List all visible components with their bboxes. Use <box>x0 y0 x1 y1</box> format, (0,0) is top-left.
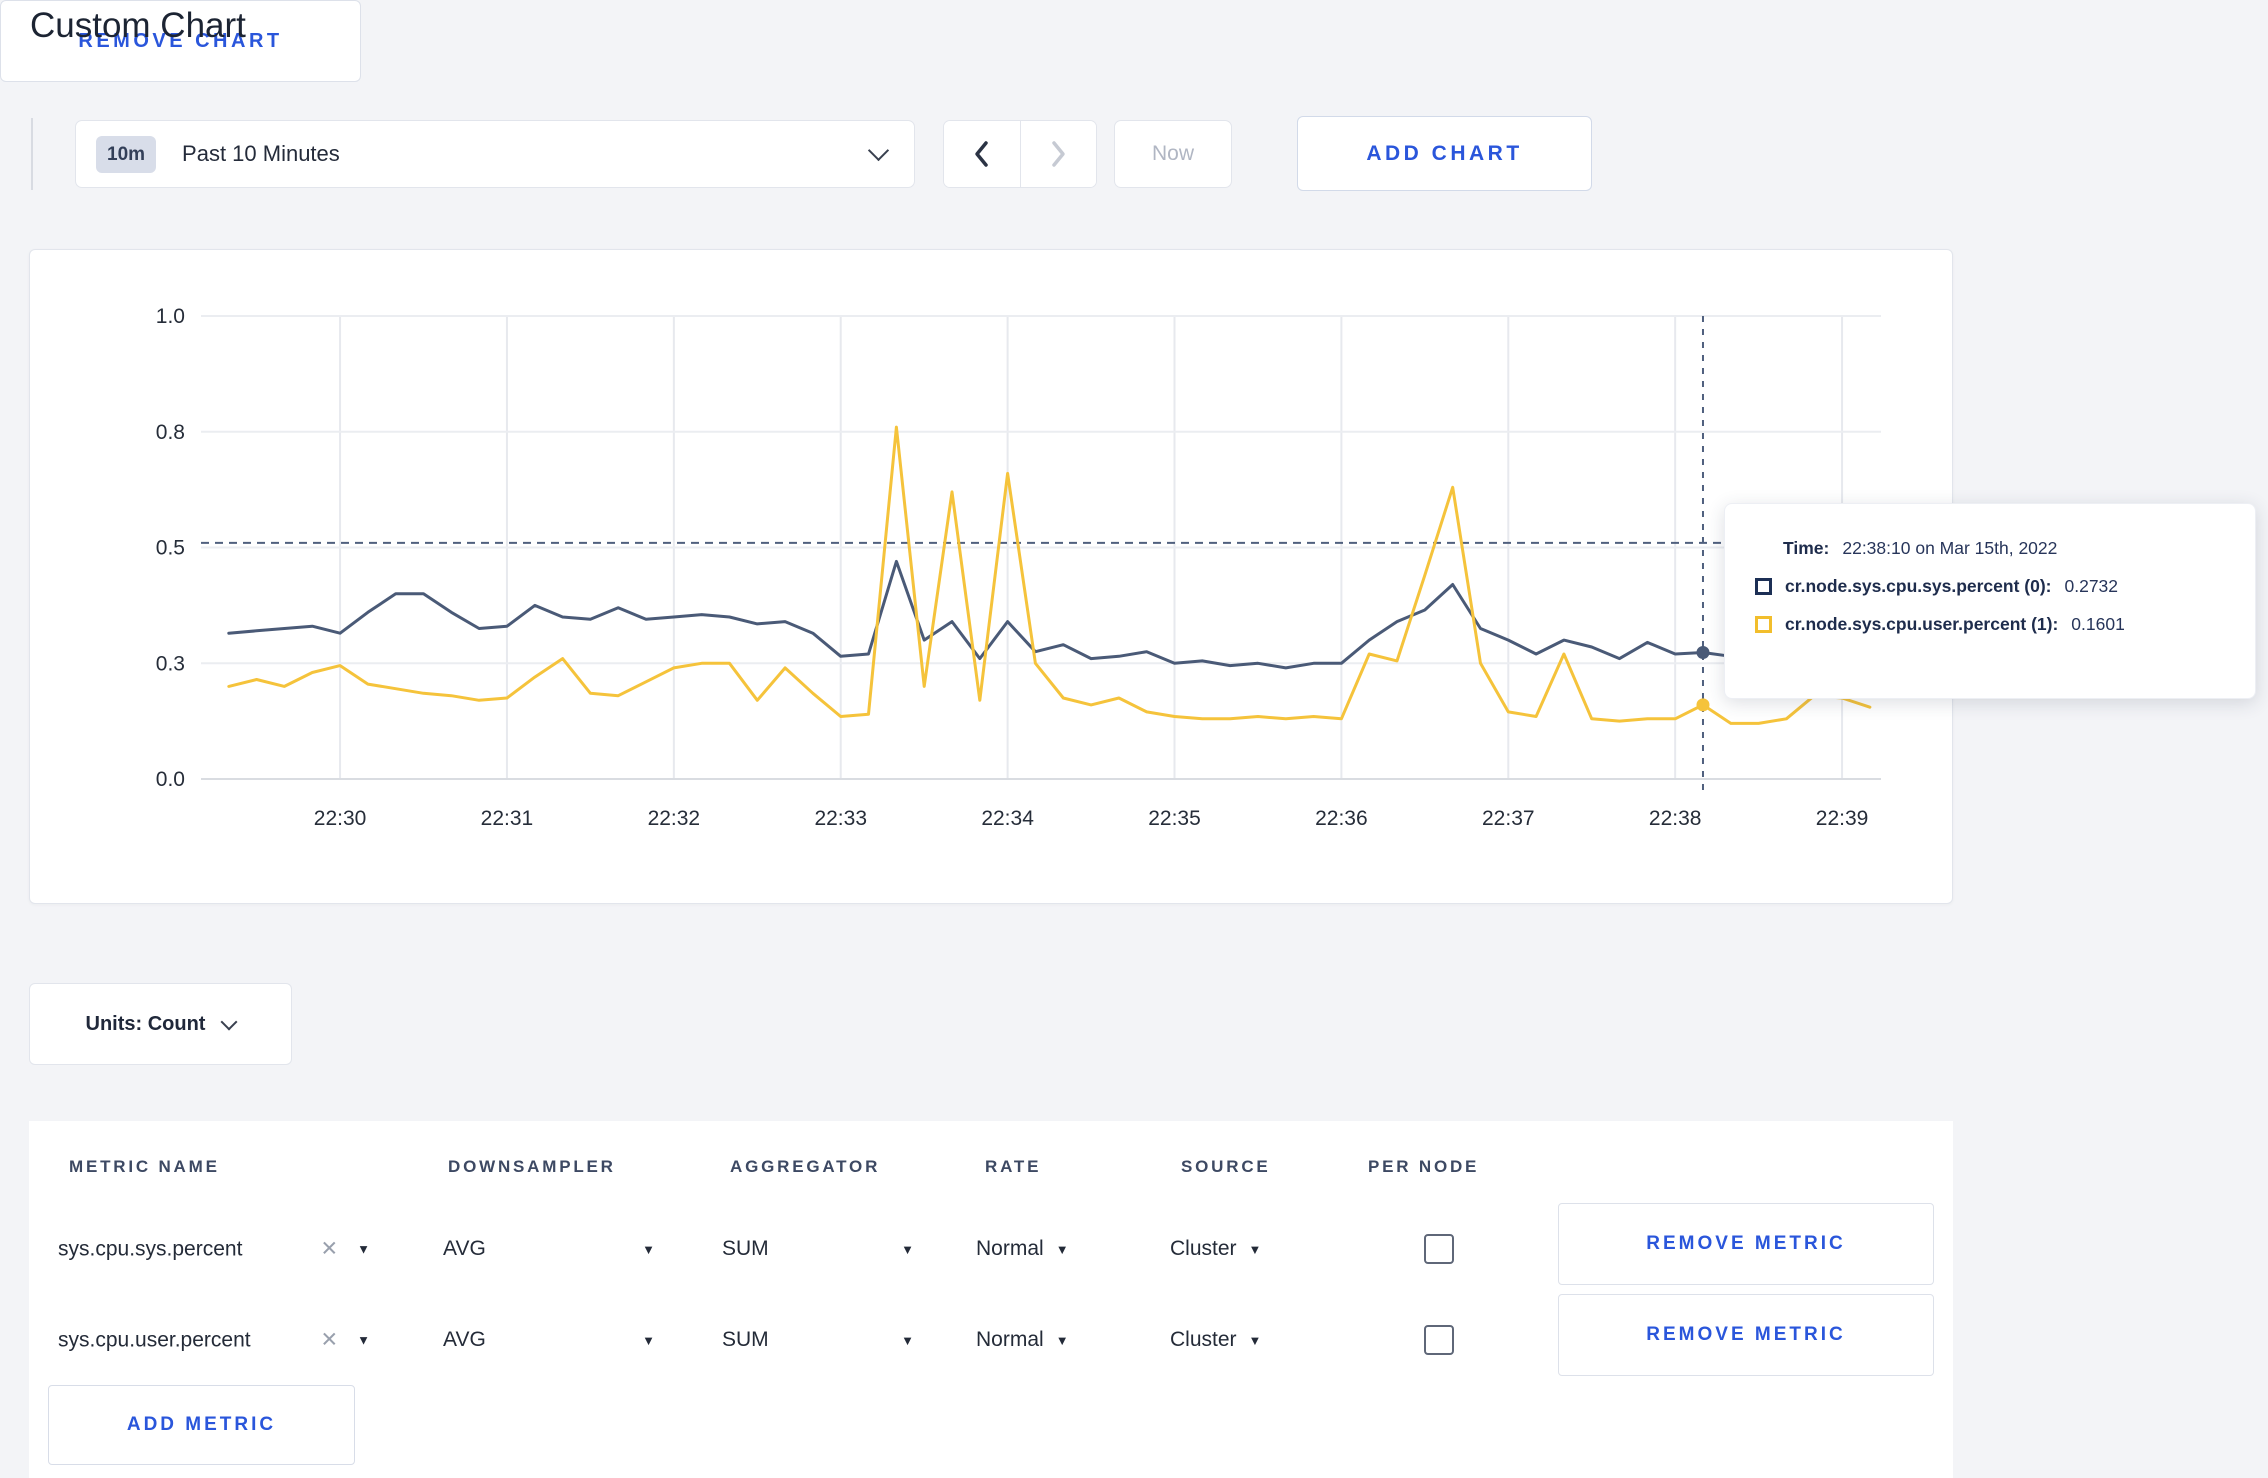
svg-text:22:34: 22:34 <box>981 807 1034 830</box>
tooltip-series-row: cr.node.sys.cpu.sys.percent (0): 0.2732 <box>1755 576 2255 597</box>
column-header-source: SOURCE <box>1181 1157 1271 1176</box>
chevron-right-icon <box>1052 141 1065 167</box>
per-node-checkbox[interactable] <box>1424 1234 1454 1264</box>
caret-down-icon: ▼ <box>642 1332 655 1348</box>
page-title: Custom Chart <box>30 6 246 45</box>
column-header-rate: RATE <box>985 1157 1042 1176</box>
svg-text:22:35: 22:35 <box>1148 807 1201 830</box>
caret-down-icon: ▼ <box>901 1332 914 1348</box>
aggregator-select[interactable]: SUM ▼ <box>722 1328 914 1352</box>
source-select[interactable]: Cluster ▼ <box>1170 1328 1261 1352</box>
tooltip-series-value: 0.2732 <box>2064 576 2119 596</box>
svg-text:0.3: 0.3 <box>156 652 185 675</box>
rate-select[interactable]: Normal ▼ <box>976 1328 1069 1352</box>
source-select[interactable]: Cluster ▼ <box>1170 1237 1261 1261</box>
aggregator-value: SUM <box>722 1328 769 1351</box>
caret-down-icon: ▼ <box>642 1241 655 1257</box>
chevron-down-icon <box>867 139 890 161</box>
remove-metric-button[interactable]: REMOVE METRIC <box>1558 1203 1934 1285</box>
downsampler-value: AVG <box>443 1328 486 1351</box>
svg-text:22:33: 22:33 <box>814 807 867 830</box>
remove-metric-button[interactable]: REMOVE METRIC <box>1558 1294 1934 1376</box>
rate-value: Normal <box>976 1237 1044 1260</box>
svg-text:0.5: 0.5 <box>156 537 185 560</box>
svg-text:22:39: 22:39 <box>1816 807 1869 830</box>
source-value: Cluster <box>1170 1328 1237 1351</box>
chart-tooltip: Time: 22:38:10 on Mar 15th, 2022 cr.node.… <box>1724 503 2256 699</box>
add-chart-button[interactable]: ADD CHART <box>1297 116 1592 191</box>
metric-name-select[interactable]: sys.cpu.user.percent ✕ ▼ <box>58 1328 370 1353</box>
chevron-down-icon <box>220 1013 238 1031</box>
time-range-label: Past 10 Minutes <box>182 141 340 166</box>
source-value: Cluster <box>1170 1237 1237 1260</box>
svg-text:22:30: 22:30 <box>314 807 367 830</box>
column-header-downsampler: DOWNSAMPLER <box>448 1157 616 1176</box>
aggregator-value: SUM <box>722 1237 769 1260</box>
time-range-badge: 10m <box>96 135 157 173</box>
units-select[interactable]: Units: Count <box>29 983 292 1065</box>
caret-down-icon: ▼ <box>1248 1332 1262 1348</box>
time-range-select[interactable]: 10m Past 10 Minutes <box>75 120 915 188</box>
tooltip-series-row: cr.node.sys.cpu.user.percent (1): 0.1601 <box>1755 614 2255 635</box>
tooltip-time-row: Time: 22:38:10 on Mar 15th, 2022 <box>1783 538 2255 559</box>
svg-text:1.0: 1.0 <box>156 305 185 328</box>
svg-text:22:32: 22:32 <box>648 807 701 830</box>
sys-series-swatch-icon <box>1755 578 1772 595</box>
rate-select[interactable]: Normal ▼ <box>976 1237 1069 1261</box>
caret-down-icon: ▼ <box>1248 1241 1262 1257</box>
metric-name-value: sys.cpu.user.percent <box>58 1328 251 1351</box>
metrics-table: METRIC NAME DOWNSAMPLER AGGREGATOR RATE … <box>29 1121 1953 1478</box>
metric-row: sys.cpu.user.percent ✕ ▼ AVG ▼ SUM ▼ Nor… <box>29 1294 1953 1386</box>
column-header-aggregator: AGGREGATOR <box>730 1157 881 1176</box>
aggregator-select[interactable]: SUM ▼ <box>722 1237 914 1261</box>
svg-text:22:36: 22:36 <box>1315 807 1368 830</box>
toolbar-divider <box>31 118 33 190</box>
chevron-left-icon <box>975 141 988 167</box>
metric-row: sys.cpu.sys.percent ✕ ▼ AVG ▼ SUM ▼ Norm… <box>29 1203 1953 1295</box>
metric-name-value: sys.cpu.sys.percent <box>58 1237 243 1260</box>
cpu-chart-plot[interactable]: 22:30 22:31 22:32 22:33 22:34 22:35 22:36 22:37… <box>30 250 1954 905</box>
clear-metric-icon[interactable]: ✕ <box>321 1237 339 1262</box>
caret-down-icon: ▼ <box>901 1241 914 1257</box>
svg-text:0.8: 0.8 <box>156 421 185 444</box>
time-pager <box>943 120 1097 188</box>
per-node-checkbox[interactable] <box>1424 1325 1454 1355</box>
caret-down-icon: ▼ <box>1055 1241 1069 1257</box>
column-header-metric-name: METRIC NAME <box>69 1157 220 1176</box>
custom-chart-page: Custom Chart 10m Past 10 Minutes Now ADD… <box>0 0 2268 1478</box>
add-metric-button[interactable]: ADD METRIC <box>48 1385 355 1465</box>
svg-text:22:31: 22:31 <box>481 807 534 830</box>
clear-metric-icon[interactable]: ✕ <box>321 1328 339 1353</box>
tooltip-time-value: 22:38:10 on Mar 15th, 2022 <box>1842 538 2058 558</box>
tooltip-series-value: 0.1601 <box>2071 614 2125 634</box>
caret-down-icon: ▼ <box>1055 1332 1069 1348</box>
caret-down-icon: ▼ <box>357 1332 370 1348</box>
svg-text:0.0: 0.0 <box>156 768 185 791</box>
rate-value: Normal <box>976 1328 1044 1351</box>
user-series-swatch-icon <box>1755 616 1772 633</box>
downsampler-select[interactable]: AVG ▼ <box>443 1328 655 1352</box>
svg-text:22:38: 22:38 <box>1649 807 1702 830</box>
tooltip-series-name: cr.node.sys.cpu.user.percent (1): <box>1785 614 2059 634</box>
metric-name-select[interactable]: sys.cpu.sys.percent ✕ ▼ <box>58 1237 370 1262</box>
downsampler-select[interactable]: AVG ▼ <box>443 1237 655 1261</box>
units-select-label: Units: Count <box>85 1012 206 1035</box>
svg-text:22:37: 22:37 <box>1482 807 1535 830</box>
downsampler-value: AVG <box>443 1237 486 1260</box>
caret-down-icon: ▼ <box>357 1241 370 1257</box>
column-header-per-node: PER NODE <box>1368 1157 1480 1176</box>
prev-time-button[interactable] <box>944 121 1020 187</box>
chart-card: 22:30 22:31 22:32 22:33 22:34 22:35 22:36 22:37… <box>29 249 1953 904</box>
next-time-button[interactable] <box>1019 121 1096 187</box>
now-button[interactable]: Now <box>1114 120 1232 188</box>
tooltip-series-name: cr.node.sys.cpu.sys.percent (0): <box>1785 576 2052 596</box>
tooltip-time-label: Time: <box>1783 538 1830 558</box>
